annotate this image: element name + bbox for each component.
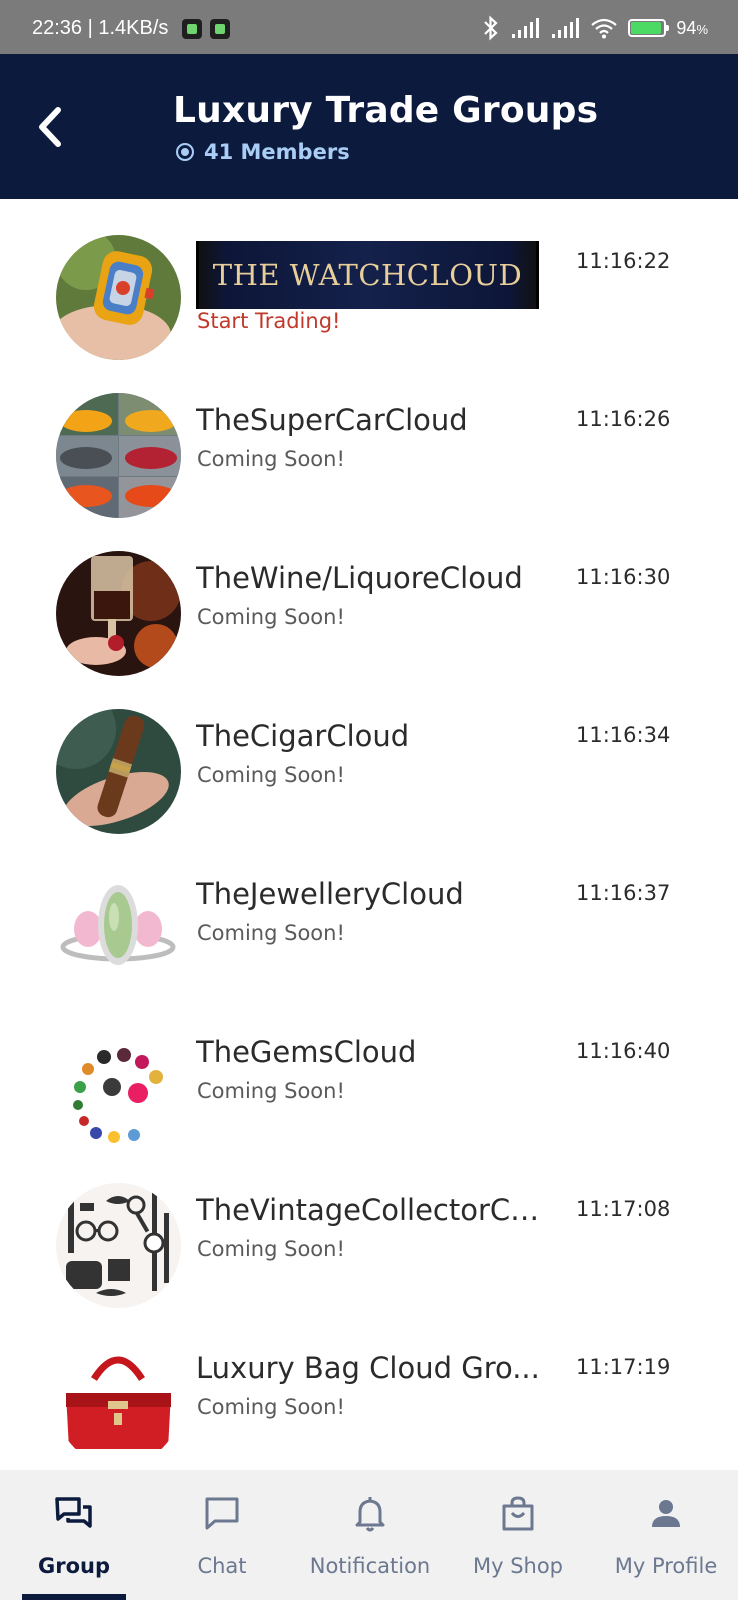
group-avatar (56, 1183, 181, 1308)
tab-notification[interactable]: Notification (296, 1470, 444, 1600)
group-row-vintagecollector[interactable]: TheVintageCollectorCl... Coming Soon! 11… (0, 1147, 738, 1308)
group-avatar (56, 709, 181, 834)
group-row-watchcloud[interactable]: THE WATCHCLOUD Start Trading! 11:16:22 (0, 199, 738, 360)
group-name: TheSuperCarCloud (196, 403, 468, 437)
group-avatar (56, 393, 181, 518)
group-time: 11:16:37 (576, 881, 671, 905)
bell-icon (355, 1497, 385, 1532)
tab-group[interactable]: Group (0, 1470, 148, 1600)
group-avatar (56, 1341, 181, 1466)
group-row-wine-liquore-cloud[interactable]: TheWine/LiquoreCloud Coming Soon! 11:16:… (0, 515, 738, 676)
tab-label: Group (37, 1554, 110, 1578)
status-left: 22:36 | 1.4KB/s (32, 17, 231, 40)
status-right: 94% (482, 14, 708, 42)
app-notification-icon (210, 18, 231, 39)
members-dot-icon (176, 143, 194, 161)
bluetooth-icon (484, 15, 498, 41)
group-row-supercarcloud[interactable]: TheSuperCarCloud Coming Soon! 11:16:26 (0, 357, 738, 518)
group-name: TheCigarCloud (196, 719, 410, 753)
group-row-cigarcloud[interactable]: TheCigarCloud Coming Soon! 11:16:34 (0, 673, 738, 834)
chevron-left-icon (39, 107, 61, 147)
wifi-icon (591, 18, 618, 39)
tab-label: Notification (309, 1554, 431, 1578)
page-title: Luxury Trade Groups (173, 90, 599, 131)
group-subtitle: Coming Soon! (197, 763, 345, 787)
group-name: Luxury Bag Cloud Gro... (196, 1351, 540, 1385)
signal-icon (512, 18, 540, 38)
app-notification-icon (182, 18, 203, 39)
group-time: 11:16:26 (576, 407, 671, 431)
watchcloud-banner-text: THE WATCHCLOUD (212, 258, 523, 292)
member-count-label: 41 Members (204, 140, 350, 164)
group-row-gemscloud[interactable]: TheGemsCloud Coming Soon! 11:16:40 (0, 989, 738, 1150)
group-name: TheGemsCloud (196, 1035, 417, 1069)
tab-label: Chat (197, 1554, 247, 1578)
group-name: TheJewelleryCloud (196, 877, 464, 911)
group-time: 11:16:40 (576, 1039, 671, 1063)
battery-unit: % (696, 21, 708, 37)
status-bar: 22:36 | 1.4KB/s 94% (0, 0, 738, 54)
group-time: 11:16:34 (576, 723, 671, 747)
group-time: 11:16:30 (576, 565, 671, 589)
member-count[interactable]: 41 Members (176, 140, 350, 164)
group-avatar (56, 1025, 181, 1150)
group-time: 11:16:22 (576, 249, 671, 273)
group-subtitle: Start Trading! (197, 309, 341, 333)
bottom-tab-bar: Group Chat Notification My Shop My Profi… (0, 1470, 738, 1600)
group-subtitle: Coming Soon! (197, 1237, 345, 1261)
group-subtitle: Coming Soon! (197, 1395, 345, 1419)
chat-bubble-icon (205, 1497, 239, 1530)
group-row-jewellerycloud[interactable]: TheJewelleryCloud Coming Soon! 11:16:37 (0, 831, 738, 992)
active-tab-indicator (22, 1594, 126, 1600)
person-icon (652, 1500, 680, 1527)
battery-percent: 94% (676, 18, 708, 39)
tab-chat[interactable]: Chat (148, 1470, 296, 1600)
group-name: TheVintageCollectorCl... (196, 1193, 541, 1227)
tab-my-shop[interactable]: My Shop (444, 1470, 592, 1600)
group-avatar (56, 235, 181, 360)
battery-value: 94 (676, 17, 697, 38)
watchcloud-banner: THE WATCHCLOUD (196, 241, 539, 309)
tab-label: My Shop (472, 1554, 564, 1578)
battery-icon (628, 19, 670, 37)
shopping-bag-icon (502, 1496, 534, 1531)
group-time: 11:17:08 (576, 1197, 671, 1221)
back-button[interactable] (30, 102, 70, 152)
group-name: TheWine/LiquoreCloud (196, 561, 523, 595)
group-subtitle: Coming Soon! (197, 1079, 345, 1103)
status-time-speed: 22:36 | 1.4KB/s (32, 17, 169, 39)
group-time: 11:17:19 (576, 1355, 671, 1379)
group-subtitle: Coming Soon! (197, 447, 345, 471)
battery-fill (631, 22, 662, 34)
tab-my-profile[interactable]: My Profile (592, 1470, 738, 1600)
group-row-luxury-bag-cloud[interactable]: Luxury Bag Cloud Gro... Coming Soon! 11:… (0, 1305, 738, 1466)
group-subtitle: Coming Soon! (197, 921, 345, 945)
tab-label: My Profile (614, 1554, 718, 1578)
app-header: Luxury Trade Groups 41 Members (0, 54, 738, 199)
group-avatar (56, 867, 181, 992)
group-chat-icon (55, 1497, 92, 1528)
group-list[interactable]: THE WATCHCLOUD Start Trading! 11:16:22 T… (0, 199, 738, 1470)
group-avatar (56, 551, 181, 676)
signal-icon (552, 18, 580, 38)
group-subtitle: Coming Soon! (197, 605, 345, 629)
